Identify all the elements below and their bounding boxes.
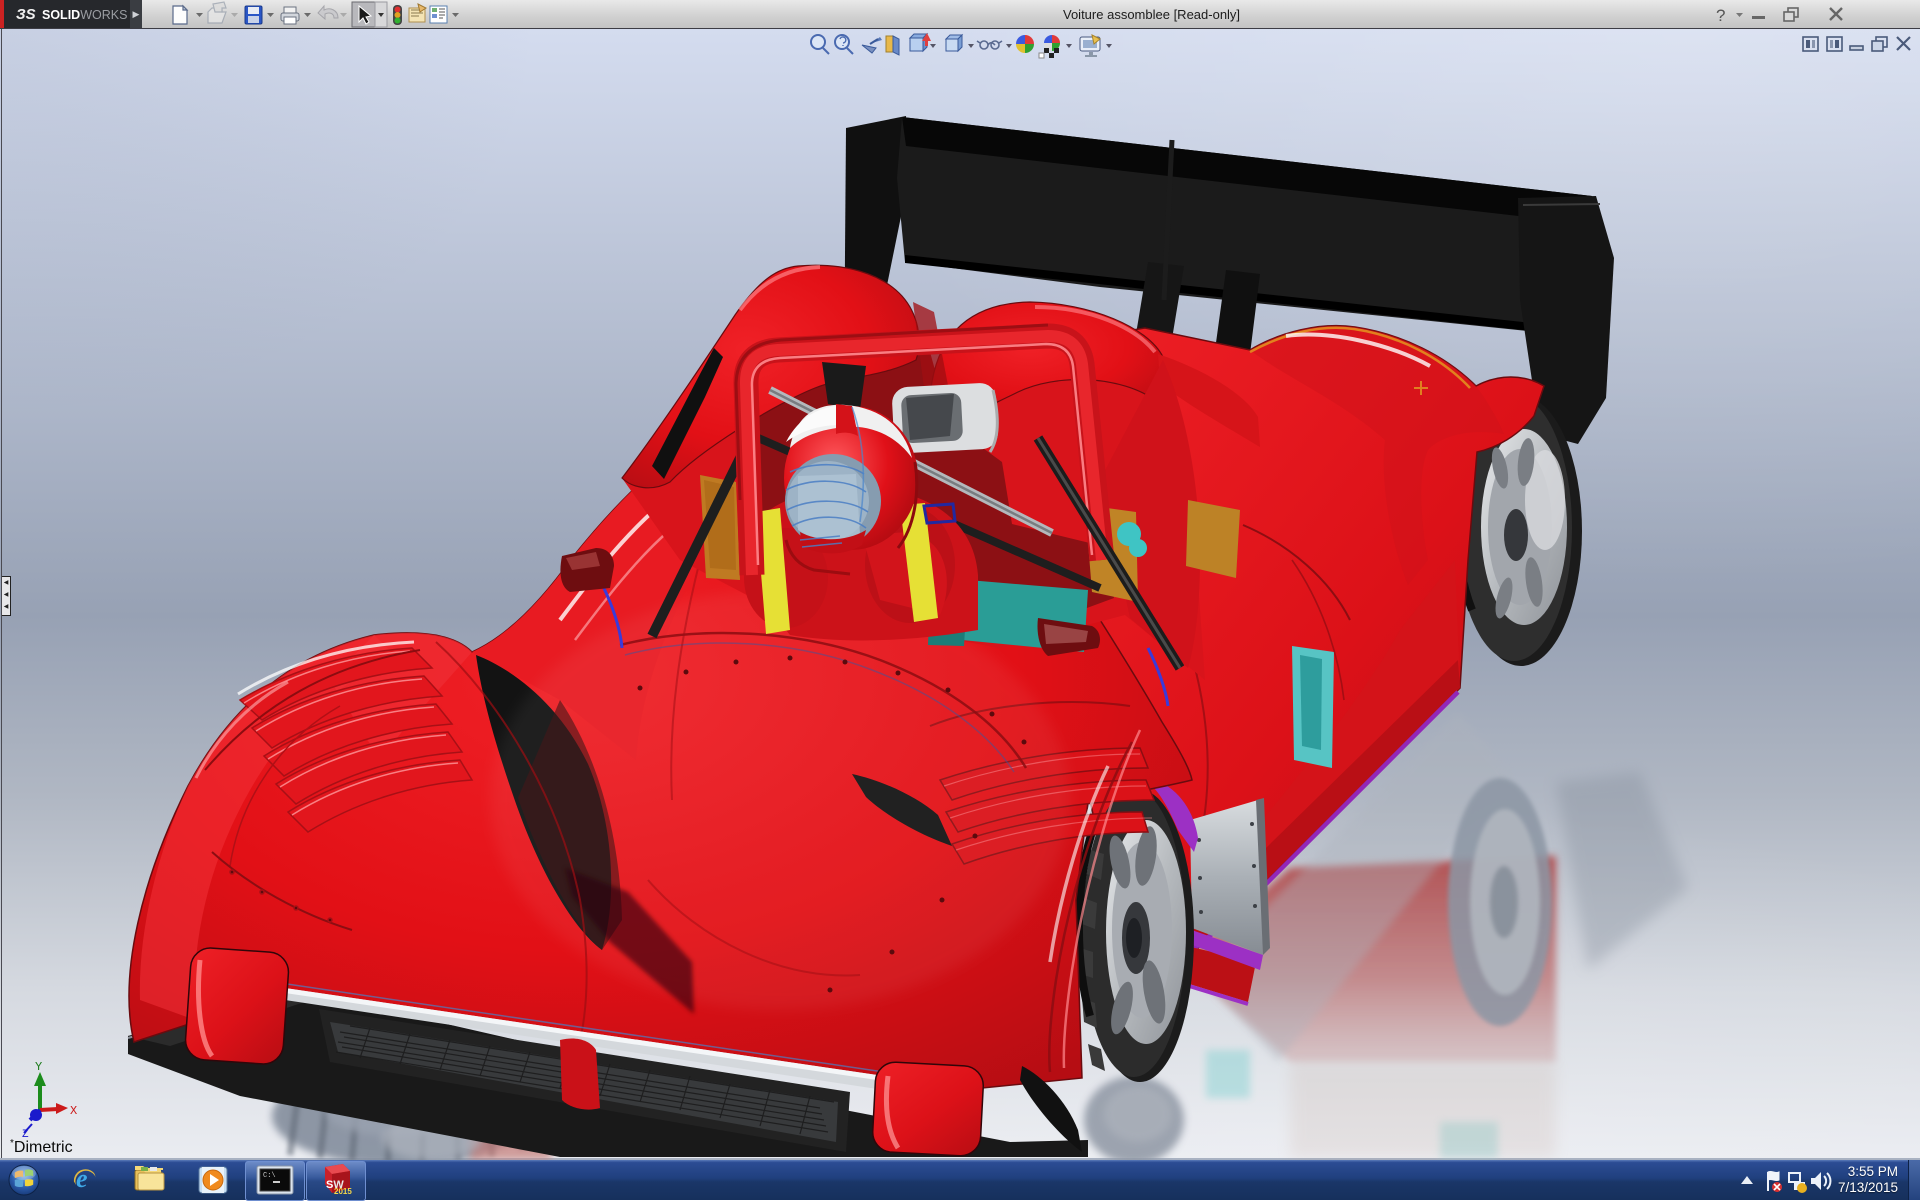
svg-text:SOLIDWORKS: SOLIDWORKS xyxy=(42,8,127,22)
svg-text:Y: Y xyxy=(35,1060,42,1074)
svg-text:X: X xyxy=(70,1104,77,1118)
svg-text:2015: 2015 xyxy=(334,1187,352,1196)
svg-text:ЗS: ЗS xyxy=(16,6,36,23)
svg-text:?: ? xyxy=(1716,6,1725,25)
svg-text:C:\: C:\ xyxy=(263,1172,276,1180)
svg-text:Z: Z xyxy=(22,1129,29,1138)
svg-text:e: e xyxy=(76,1164,88,1193)
